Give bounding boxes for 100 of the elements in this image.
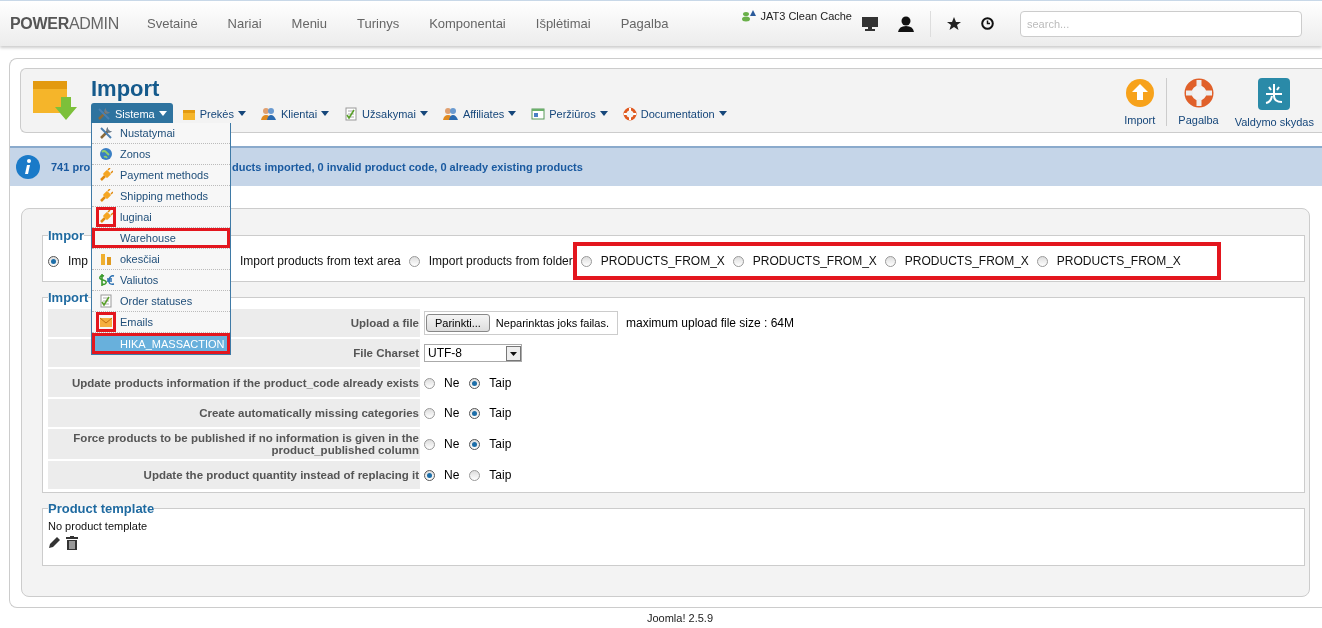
menu-item[interactable]: Order statuses: [92, 291, 230, 312]
charset-select[interactable]: UTF-8: [424, 344, 522, 362]
field-label: Force products to be published if no information is given in the product_published column: [48, 429, 420, 459]
globe-icon: [99, 147, 113, 161]
group-title: Impor: [48, 228, 85, 243]
plug-icon: [99, 189, 113, 203]
menu-tab[interactable]: Peržiūros: [525, 103, 614, 124]
toolbar-button[interactable]: Import: [1116, 78, 1164, 126]
option-label: Imp: [68, 254, 88, 268]
clean-cache-link[interactable]: JAT3 Clean Cache: [742, 10, 852, 22]
dollar-euro-icon: [97, 273, 115, 287]
footer-text: Joomla! 2.5.9: [646, 612, 713, 624]
browse-button[interactable]: Parinkti...: [426, 314, 490, 332]
tools-icon: [97, 106, 111, 121]
file-name: Neparinktas joks failas.: [495, 317, 609, 329]
field-label: Update products information if the product_code already exists: [48, 369, 420, 397]
checklist-icon: [344, 106, 359, 121]
nav-link[interactable]: Turinys: [342, 16, 415, 31]
monitor-icon[interactable]: [862, 16, 878, 31]
page-title: Import: [91, 76, 160, 102]
option-label: PRODUCTS_FROM_X: [752, 254, 877, 268]
radio-button[interactable]: [732, 255, 744, 267]
option-label: Taip: [489, 468, 512, 482]
upload-icon: [1124, 78, 1155, 108]
clock-icon[interactable]: [981, 17, 994, 30]
file-field[interactable]: Parinkti... Neparinktas joks failas.: [424, 311, 618, 335]
menu-item[interactable]: Shipping methods: [92, 186, 230, 207]
lifebuoy-icon: [622, 106, 637, 121]
menu-tab[interactable]: Documentation: [616, 103, 733, 124]
trash-icon[interactable]: [66, 536, 78, 550]
nav-link[interactable]: Nariai: [212, 16, 277, 31]
option-label: Taip: [489, 376, 512, 390]
field-label: Create automatically missing categories: [48, 399, 420, 427]
message-text: ducts imported, 0 invalid product code, 0 already existing products: [232, 161, 583, 173]
option-label: PRODUCTS_FROM_X: [904, 254, 1029, 268]
menu-item[interactable]: Valiutos: [92, 270, 230, 291]
menu-tab[interactable]: Užsakymai: [338, 103, 434, 124]
menu-tab[interactable]: Prekės: [175, 103, 252, 124]
info-icon: [15, 154, 41, 180]
menu-tab[interactable]: Sistema: [91, 103, 173, 124]
option-label: Taip: [489, 437, 512, 451]
star-icon[interactable]: [947, 16, 961, 31]
radio-button[interactable]: [408, 255, 420, 267]
people-icon: [442, 106, 459, 121]
radio-button[interactable]: [424, 407, 435, 419]
leaf-icon: [742, 10, 757, 22]
radio-button[interactable]: [580, 255, 592, 267]
radio-button[interactable]: [48, 255, 59, 267]
menu-tab[interactable]: Klientai: [255, 103, 336, 124]
menu-item[interactable]: Nustatymai: [92, 123, 230, 144]
option-label: PRODUCTS_FROM_X: [1056, 254, 1181, 268]
radio-button[interactable]: [469, 438, 481, 450]
nav-link[interactable]: Svetainė: [132, 16, 213, 31]
radio-button[interactable]: [424, 469, 435, 481]
nav-link[interactable]: Meniu: [276, 16, 342, 31]
message-text: 741 pro: [51, 161, 91, 173]
radio-button[interactable]: [469, 469, 481, 481]
nav-link[interactable]: Pagalba: [605, 16, 684, 31]
option-label: PRODUCTS_FROM_X: [600, 254, 725, 268]
option-label: Ne: [444, 437, 460, 451]
option-label: Taip: [489, 406, 512, 420]
nav-link[interactable]: Išplėtimai: [520, 16, 606, 31]
group-title: Import: [48, 290, 89, 305]
menu-item[interactable]: Warehouse: [92, 228, 230, 249]
option-label: Import products from text area: [240, 254, 401, 268]
field-label: Update the product quantity instead of replacing it: [48, 461, 420, 489]
option-label: Ne: [444, 376, 460, 390]
radio-button[interactable]: [884, 255, 896, 267]
upload-limit-note: maximum upload file size : 64M: [625, 316, 795, 330]
window-icon: [531, 106, 546, 121]
menu-item[interactable]: okesčiai: [92, 249, 230, 270]
checklist-icon: [99, 294, 113, 308]
nav-link[interactable]: Komponentai: [414, 16, 521, 31]
option-label: Import products from folder: [428, 254, 573, 268]
dropdown-icon[interactable]: [506, 345, 521, 361]
plug-icon: [99, 168, 113, 182]
tools-icon: [99, 126, 113, 140]
people-icon: [261, 106, 277, 121]
option-label: Ne: [444, 468, 460, 482]
toolbar-button[interactable]: Pagalba: [1170, 78, 1227, 126]
group-title: Product template: [48, 501, 155, 516]
menu-item[interactable]: luginai: [92, 207, 230, 228]
radio-button[interactable]: [1036, 255, 1048, 267]
radio-button[interactable]: [424, 377, 435, 389]
menu-item[interactable]: Zonos: [92, 144, 230, 165]
menu-tab[interactable]: Affiliates: [436, 103, 523, 124]
radio-button[interactable]: [469, 377, 481, 389]
template-text: No product template: [48, 520, 149, 532]
option-label: Ne: [444, 406, 460, 420]
lifebuoy-icon: [1183, 78, 1214, 108]
search-field[interactable]: search...: [1020, 10, 1302, 37]
user-icon[interactable]: [898, 15, 914, 32]
radio-button[interactable]: [469, 407, 481, 419]
logo[interactable]: POWERADMIN: [10, 14, 119, 33]
control-panel-icon: [1258, 78, 1291, 110]
menu-item[interactable]: Payment methods: [92, 165, 230, 186]
coins-icon: [99, 252, 113, 266]
edit-icon[interactable]: [48, 536, 61, 549]
toolbar-button[interactable]: Valdymo skydas: [1226, 78, 1322, 128]
radio-button[interactable]: [424, 438, 435, 450]
